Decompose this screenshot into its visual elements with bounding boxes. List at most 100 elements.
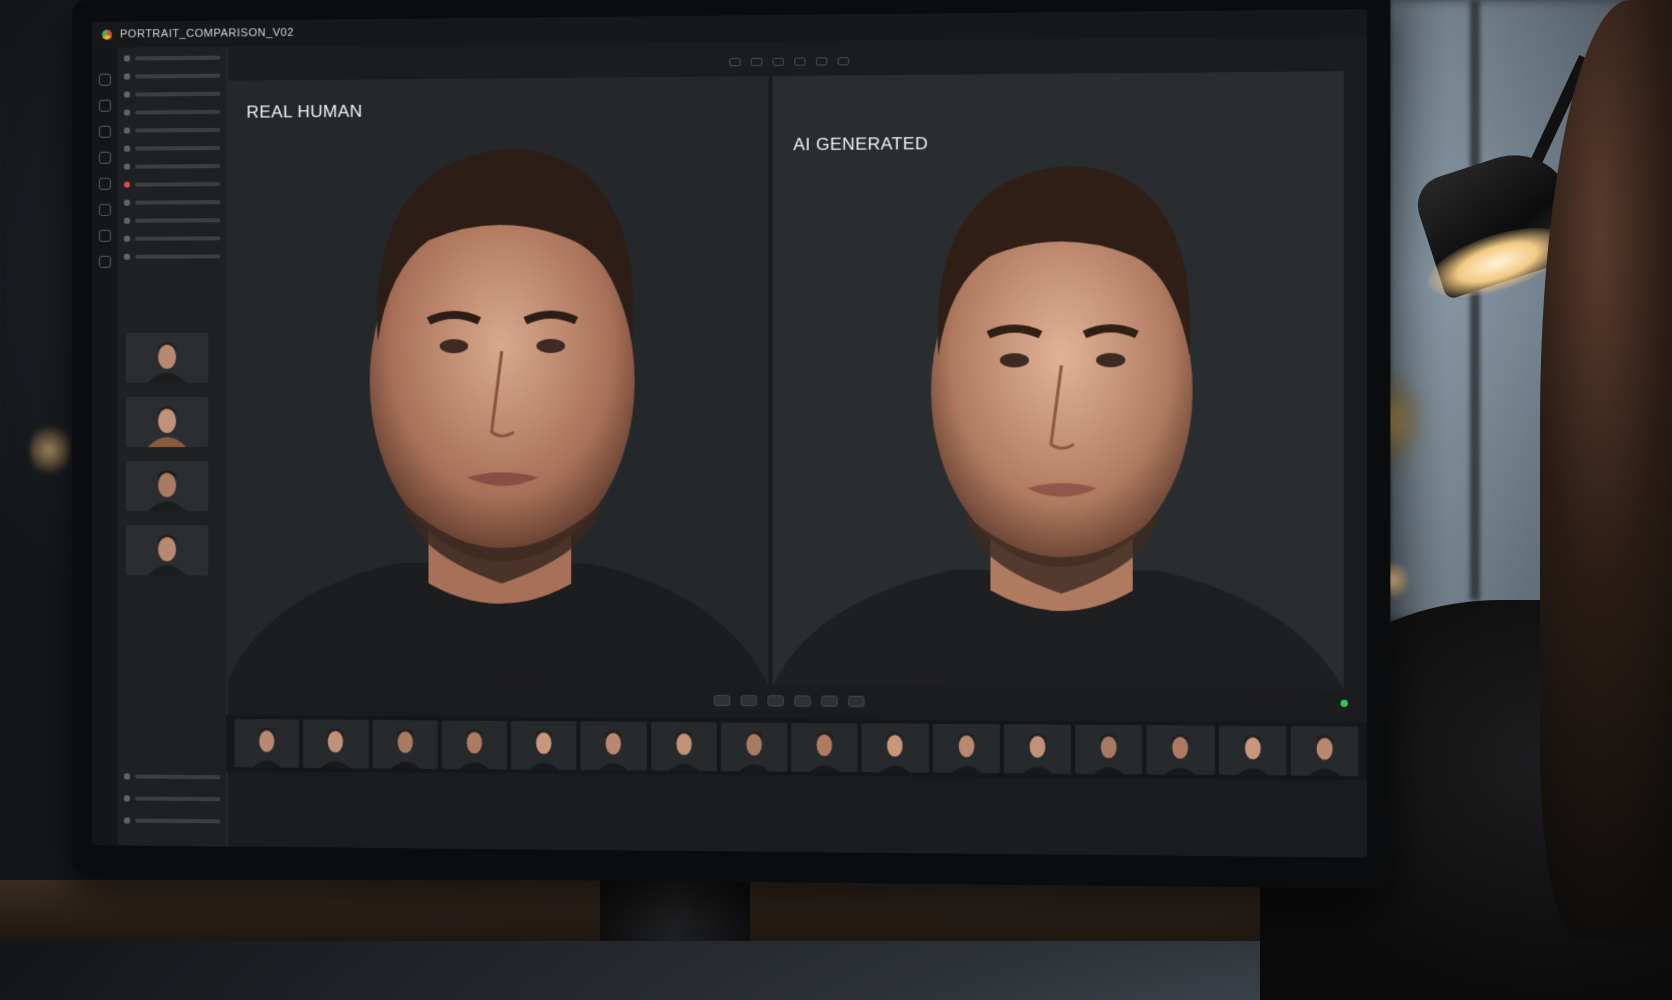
panel-label-ai: AI GENERATED: [793, 134, 928, 155]
folder-icon: [124, 146, 130, 152]
frame-icon[interactable]: [794, 695, 811, 706]
filmstrip-frame[interactable]: [1147, 725, 1215, 775]
sidebar-item-label: [135, 128, 220, 133]
folder-icon: [124, 55, 130, 61]
sidebar-item-label: [135, 146, 220, 151]
previous-icon[interactable]: [714, 694, 730, 705]
home-icon[interactable]: [99, 74, 111, 86]
circle-icon: [124, 254, 130, 260]
folder-icon: [124, 110, 130, 116]
sidebar-item-label: [135, 254, 220, 258]
circle-icon: [124, 236, 130, 242]
circle-icon: [124, 218, 130, 224]
filmstrip-frame[interactable]: [1075, 725, 1142, 775]
sidebar-item[interactable]: [124, 159, 220, 174]
loop-icon[interactable]: [767, 695, 784, 706]
sidebar-item-label: [135, 236, 220, 240]
sidebar-item[interactable]: [124, 123, 220, 138]
filmstrip: [226, 715, 1367, 780]
filmstrip-frame[interactable]: [372, 720, 437, 769]
sidebar-item[interactable]: [124, 105, 220, 120]
next-icon[interactable]: [848, 695, 865, 706]
filmstrip-frame[interactable]: [721, 722, 787, 771]
sidebar-item-label: [135, 164, 220, 169]
layers-icon[interactable]: [99, 100, 111, 112]
toggle-icon[interactable]: [741, 695, 757, 706]
filmstrip-frame[interactable]: [862, 723, 929, 772]
sidebar-footer-item[interactable]: [124, 813, 220, 828]
filmstrip-frame[interactable]: [1290, 726, 1358, 776]
panel-label-real: REAL HUMAN: [246, 102, 362, 123]
filmstrip-frame[interactable]: [511, 721, 577, 770]
compare-icon[interactable]: [821, 695, 838, 706]
sidebar-item[interactable]: [124, 141, 220, 156]
status-dot-icon: [1341, 700, 1348, 707]
folder-icon: [124, 73, 130, 79]
sidebar-item[interactable]: [124, 213, 220, 228]
zoom-icon[interactable]: [773, 58, 784, 66]
sidebar-item[interactable]: [124, 231, 220, 245]
export-icon[interactable]: [99, 256, 111, 268]
sidebar-item-label: [135, 775, 220, 780]
sidebar-item-label: [135, 182, 220, 187]
comparison-panel-real: REAL HUMAN: [226, 76, 768, 686]
sidebar-item-label: [135, 200, 220, 204]
portrait-thumbnail[interactable]: [126, 525, 208, 575]
sidebar-item-label: [135, 92, 220, 97]
portrait-thumbnail[interactable]: [126, 461, 208, 511]
filmstrip-frame[interactable]: [1218, 726, 1286, 776]
circle-icon: [124, 200, 130, 206]
eye-icon[interactable]: [99, 152, 111, 164]
sidebar-item-label: [135, 218, 220, 222]
app-logo-icon: [102, 30, 112, 40]
playback-controls: [226, 685, 1367, 716]
filmstrip-frame[interactable]: [1004, 724, 1071, 774]
crop-icon[interactable]: [99, 178, 111, 190]
sidebar-item-label: [135, 56, 220, 61]
sync-icon[interactable]: [816, 57, 827, 65]
sidebar-item-label: [135, 110, 220, 115]
portrait-thumbnail[interactable]: [126, 333, 208, 383]
sidebar-item[interactable]: [124, 51, 220, 66]
help-icon: [124, 817, 130, 823]
sidebar-item[interactable]: [124, 249, 220, 263]
sidebar-item[interactable]: [124, 195, 220, 210]
real-human-portrait: [226, 117, 768, 686]
portrait-thumbnail[interactable]: [126, 397, 208, 447]
filmstrip-frame[interactable]: [234, 719, 299, 768]
thumbnail-list: [126, 333, 218, 590]
folder-icon: [124, 92, 130, 98]
monitor: PORTRAIT_COMPARISON_V02 REAL HUMAN AI GE…: [72, 0, 1390, 889]
sidebar-item[interactable]: [124, 87, 220, 102]
grid-icon[interactable]: [794, 57, 805, 65]
sidebar-item[interactable]: [124, 69, 220, 84]
sidebar-item-label: [135, 74, 220, 79]
filmstrip-frame[interactable]: [791, 723, 857, 772]
record-icon: [124, 182, 130, 188]
adjust-icon[interactable]: [99, 204, 111, 216]
folder-icon: [124, 164, 130, 170]
sidebar-footer: [124, 761, 220, 836]
filmstrip-frame[interactable]: [441, 720, 506, 769]
sidebar-item-active[interactable]: [124, 177, 220, 192]
settings-icon: [124, 773, 130, 779]
sidebar-item-label: [135, 819, 220, 824]
sidebar-footer-item[interactable]: [124, 769, 220, 784]
filmstrip-frame[interactable]: [303, 720, 368, 769]
filmstrip-frame[interactable]: [651, 722, 717, 771]
app-screen: PORTRAIT_COMPARISON_V02 REAL HUMAN AI GE…: [92, 9, 1367, 857]
history-icon[interactable]: [99, 230, 111, 242]
folder-icon: [124, 128, 130, 134]
ai-generated-portrait: [773, 133, 1344, 689]
split-view-icon[interactable]: [751, 58, 762, 66]
sidebar-item-label: [135, 797, 220, 802]
window-mullion: [1470, 0, 1480, 600]
library-sidebar: [118, 47, 227, 847]
compare-icon[interactable]: [729, 58, 740, 66]
flag-icon[interactable]: [838, 57, 849, 65]
brush-icon[interactable]: [99, 126, 111, 138]
window-title: PORTRAIT_COMPARISON_V02: [120, 27, 294, 41]
filmstrip-frame[interactable]: [581, 721, 647, 770]
filmstrip-frame[interactable]: [933, 724, 1000, 774]
sidebar-footer-item[interactable]: [124, 791, 220, 806]
